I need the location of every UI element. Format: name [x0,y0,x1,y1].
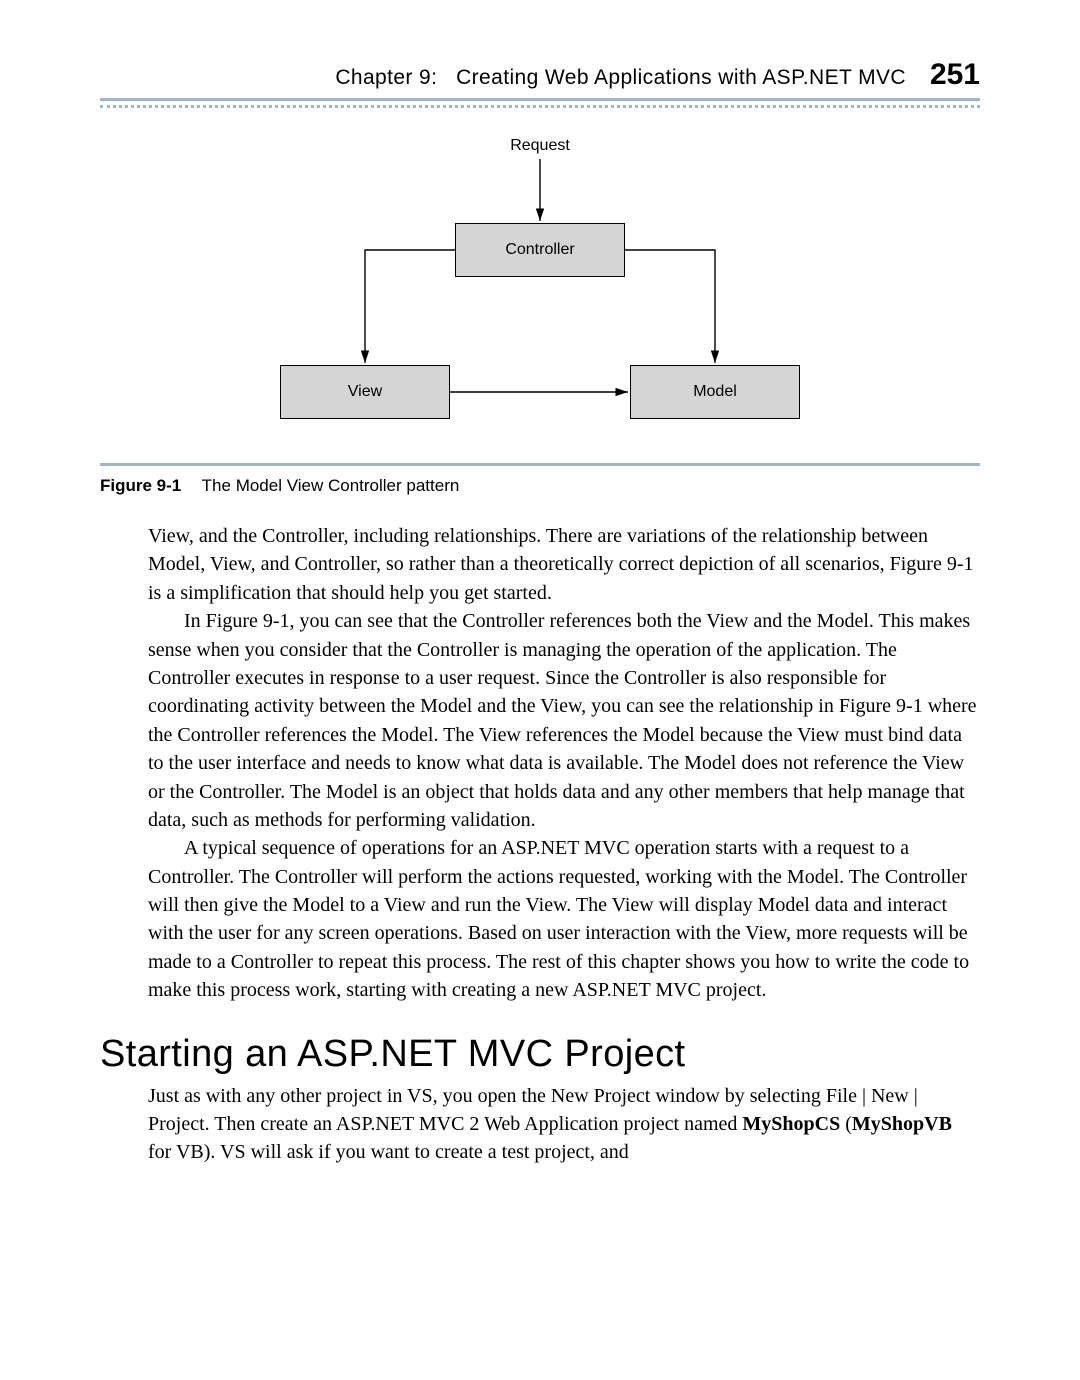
body-paragraph: View, and the Controller, including rela… [148,522,980,607]
chapter-label: Chapter 9: Creating Web Applications wit… [335,66,906,90]
text-run: for VB). VS will ask if you want to crea… [148,1141,629,1163]
text-run: ( [840,1113,852,1135]
chapter-title: Creating Web Applications with ASP.NET M… [456,66,906,89]
page: Chapter 9: Creating Web Applications wit… [0,0,1080,1207]
figure-rule [100,463,980,466]
bold-text: MyShopVB [852,1113,952,1135]
chapter-number: Chapter 9: [335,66,437,89]
figure-caption-text: The Model View Controller pattern [202,476,460,495]
section-heading: Starting an ASP.NET MVC Project [100,1033,980,1076]
bold-text: MyShopCS [742,1113,840,1135]
mvc-diagram: Request Controller View Model [220,137,860,457]
running-header: Chapter 9: Creating Web Applications wit… [100,58,980,101]
body-paragraph: Just as with any other project in VS, yo… [148,1082,980,1167]
body-paragraph: In Figure 9-1, you can see that the Cont… [148,607,980,834]
figure-caption: Figure 9-1 The Model View Controller pat… [100,476,980,496]
figure-label: Figure 9-1 [100,476,181,495]
body-paragraph: A typical sequence of operations for an … [148,834,980,1004]
page-number: 251 [930,58,980,92]
diagram-connectors [220,137,860,457]
